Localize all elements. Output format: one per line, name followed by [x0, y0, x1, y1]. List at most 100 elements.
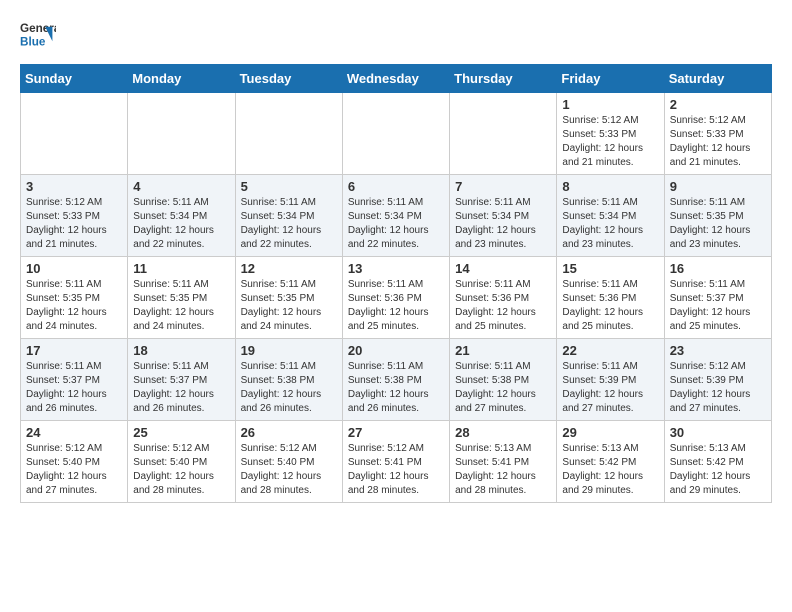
calendar-table: SundayMondayTuesdayWednesdayThursdayFrid… [20, 64, 772, 503]
day-number: 26 [241, 425, 337, 440]
calendar-cell: 27 Sunrise: 5:12 AM Sunset: 5:41 PM Dayli… [342, 421, 449, 503]
calendar-body: 1 Sunrise: 5:12 AM Sunset: 5:33 PM Daylig… [21, 93, 772, 503]
day-info: Sunrise: 5:12 AM Sunset: 5:40 PM Dayligh… [26, 442, 122, 498]
day-of-week-header: Thursday [450, 65, 557, 93]
calendar-week-row: 17 Sunrise: 5:11 AM Sunset: 5:37 PM Dayli… [21, 339, 772, 421]
calendar-cell: 16 Sunrise: 5:11 AM Sunset: 5:37 PM Dayli… [664, 257, 771, 339]
calendar-cell: 23Sunrise: 5:12 AM Sunset: 5:39 PM Dayli… [664, 339, 771, 421]
calendar-cell [235, 93, 342, 175]
day-number: 22 [562, 343, 658, 358]
calendar-cell: 3Sunrise: 5:12 AM Sunset: 5:33 PM Daylig… [21, 175, 128, 257]
day-info: Sunrise: 5:11 AM Sunset: 5:35 PM Dayligh… [133, 278, 229, 334]
day-number: 19 [241, 343, 337, 358]
calendar-cell: 12 Sunrise: 5:11 AM Sunset: 5:35 PM Dayli… [235, 257, 342, 339]
calendar-cell: 18Sunrise: 5:11 AM Sunset: 5:37 PM Dayli… [128, 339, 235, 421]
calendar-cell: 4 Sunrise: 5:11 AM Sunset: 5:34 PM Daylig… [128, 175, 235, 257]
day-info: Sunrise: 5:11 AM Sunset: 5:36 PM Dayligh… [348, 278, 444, 334]
day-number: 1 [562, 97, 658, 112]
day-number: 16 [670, 261, 766, 276]
calendar-cell: 21 Sunrise: 5:11 AM Sunset: 5:38 PM Dayli… [450, 339, 557, 421]
calendar-cell: 28 Sunrise: 5:13 AM Sunset: 5:41 PM Dayli… [450, 421, 557, 503]
day-info: Sunrise: 5:12 AM Sunset: 5:33 PM Dayligh… [562, 114, 658, 170]
day-info: Sunrise: 5:11 AM Sunset: 5:38 PM Dayligh… [348, 360, 444, 416]
day-number: 15 [562, 261, 658, 276]
day-info: Sunrise: 5:11 AM Sunset: 5:34 PM Dayligh… [562, 196, 658, 252]
calendar-cell [450, 93, 557, 175]
day-number: 3 [26, 179, 122, 194]
calendar-week-row: 1 Sunrise: 5:12 AM Sunset: 5:33 PM Daylig… [21, 93, 772, 175]
calendar-cell: 6 Sunrise: 5:11 AM Sunset: 5:34 PM Daylig… [342, 175, 449, 257]
calendar-cell: 7 Sunrise: 5:11 AM Sunset: 5:34 PM Daylig… [450, 175, 557, 257]
day-info: Sunrise: 5:11 AM Sunset: 5:35 PM Dayligh… [241, 278, 337, 334]
calendar-cell: 14 Sunrise: 5:11 AM Sunset: 5:36 PM Dayli… [450, 257, 557, 339]
days-of-week-row: SundayMondayTuesdayWednesdayThursdayFrid… [21, 65, 772, 93]
day-number: 10 [26, 261, 122, 276]
calendar-week-row: 24Sunrise: 5:12 AM Sunset: 5:40 PM Dayli… [21, 421, 772, 503]
day-number: 2 [670, 97, 766, 112]
day-info: Sunrise: 5:11 AM Sunset: 5:39 PM Dayligh… [562, 360, 658, 416]
day-of-week-header: Wednesday [342, 65, 449, 93]
day-number: 4 [133, 179, 229, 194]
calendar-cell: 8 Sunrise: 5:11 AM Sunset: 5:34 PM Daylig… [557, 175, 664, 257]
day-info: Sunrise: 5:13 AM Sunset: 5:42 PM Dayligh… [562, 442, 658, 498]
calendar-cell: 22 Sunrise: 5:11 AM Sunset: 5:39 PM Dayli… [557, 339, 664, 421]
day-info: Sunrise: 5:11 AM Sunset: 5:37 PM Dayligh… [26, 360, 122, 416]
day-of-week-header: Sunday [21, 65, 128, 93]
calendar-cell: 26 Sunrise: 5:12 AM Sunset: 5:40 PM Dayli… [235, 421, 342, 503]
calendar-cell: 17 Sunrise: 5:11 AM Sunset: 5:37 PM Dayli… [21, 339, 128, 421]
day-of-week-header: Friday [557, 65, 664, 93]
calendar-cell: 30Sunrise: 5:13 AM Sunset: 5:42 PM Dayli… [664, 421, 771, 503]
day-info: Sunrise: 5:12 AM Sunset: 5:40 PM Dayligh… [241, 442, 337, 498]
calendar-cell: 9Sunrise: 5:11 AM Sunset: 5:35 PM Daylig… [664, 175, 771, 257]
logo-icon: General Blue [20, 16, 56, 52]
day-number: 6 [348, 179, 444, 194]
day-info: Sunrise: 5:13 AM Sunset: 5:41 PM Dayligh… [455, 442, 551, 498]
day-info: Sunrise: 5:11 AM Sunset: 5:37 PM Dayligh… [133, 360, 229, 416]
calendar-cell: 11 Sunrise: 5:11 AM Sunset: 5:35 PM Dayli… [128, 257, 235, 339]
calendar-cell: 1 Sunrise: 5:12 AM Sunset: 5:33 PM Daylig… [557, 93, 664, 175]
day-number: 21 [455, 343, 551, 358]
day-number: 14 [455, 261, 551, 276]
calendar-cell: 19 Sunrise: 5:11 AM Sunset: 5:38 PM Dayli… [235, 339, 342, 421]
svg-text:Blue: Blue [20, 36, 46, 49]
day-info: Sunrise: 5:11 AM Sunset: 5:38 PM Dayligh… [241, 360, 337, 416]
day-number: 7 [455, 179, 551, 194]
day-info: Sunrise: 5:11 AM Sunset: 5:35 PM Dayligh… [26, 278, 122, 334]
day-info: Sunrise: 5:11 AM Sunset: 5:34 PM Dayligh… [348, 196, 444, 252]
day-info: Sunrise: 5:11 AM Sunset: 5:38 PM Dayligh… [455, 360, 551, 416]
calendar-cell [342, 93, 449, 175]
day-number: 8 [562, 179, 658, 194]
day-of-week-header: Monday [128, 65, 235, 93]
calendar-cell: 15 Sunrise: 5:11 AM Sunset: 5:36 PM Dayli… [557, 257, 664, 339]
day-number: 28 [455, 425, 551, 440]
day-of-week-header: Saturday [664, 65, 771, 93]
day-of-week-header: Tuesday [235, 65, 342, 93]
day-info: Sunrise: 5:12 AM Sunset: 5:41 PM Dayligh… [348, 442, 444, 498]
day-info: Sunrise: 5:12 AM Sunset: 5:40 PM Dayligh… [133, 442, 229, 498]
page: General Blue SundayMondayTuesdayWednesda… [0, 0, 792, 519]
day-number: 11 [133, 261, 229, 276]
day-number: 17 [26, 343, 122, 358]
day-info: Sunrise: 5:12 AM Sunset: 5:33 PM Dayligh… [670, 114, 766, 170]
day-info: Sunrise: 5:11 AM Sunset: 5:34 PM Dayligh… [241, 196, 337, 252]
day-number: 27 [348, 425, 444, 440]
day-info: Sunrise: 5:11 AM Sunset: 5:36 PM Dayligh… [562, 278, 658, 334]
calendar-header: SundayMondayTuesdayWednesdayThursdayFrid… [21, 65, 772, 93]
day-info: Sunrise: 5:11 AM Sunset: 5:34 PM Dayligh… [133, 196, 229, 252]
day-number: 30 [670, 425, 766, 440]
day-number: 5 [241, 179, 337, 194]
day-number: 9 [670, 179, 766, 194]
calendar-cell [128, 93, 235, 175]
day-info: Sunrise: 5:11 AM Sunset: 5:36 PM Dayligh… [455, 278, 551, 334]
calendar-cell: 29Sunrise: 5:13 AM Sunset: 5:42 PM Dayli… [557, 421, 664, 503]
day-number: 25 [133, 425, 229, 440]
calendar-cell: 24Sunrise: 5:12 AM Sunset: 5:40 PM Dayli… [21, 421, 128, 503]
logo: General Blue [20, 16, 56, 52]
day-info: Sunrise: 5:11 AM Sunset: 5:34 PM Dayligh… [455, 196, 551, 252]
calendar-week-row: 3Sunrise: 5:12 AM Sunset: 5:33 PM Daylig… [21, 175, 772, 257]
day-info: Sunrise: 5:12 AM Sunset: 5:39 PM Dayligh… [670, 360, 766, 416]
calendar-cell [21, 93, 128, 175]
day-number: 12 [241, 261, 337, 276]
day-info: Sunrise: 5:11 AM Sunset: 5:37 PM Dayligh… [670, 278, 766, 334]
calendar-cell: 25 Sunrise: 5:12 AM Sunset: 5:40 PM Dayli… [128, 421, 235, 503]
